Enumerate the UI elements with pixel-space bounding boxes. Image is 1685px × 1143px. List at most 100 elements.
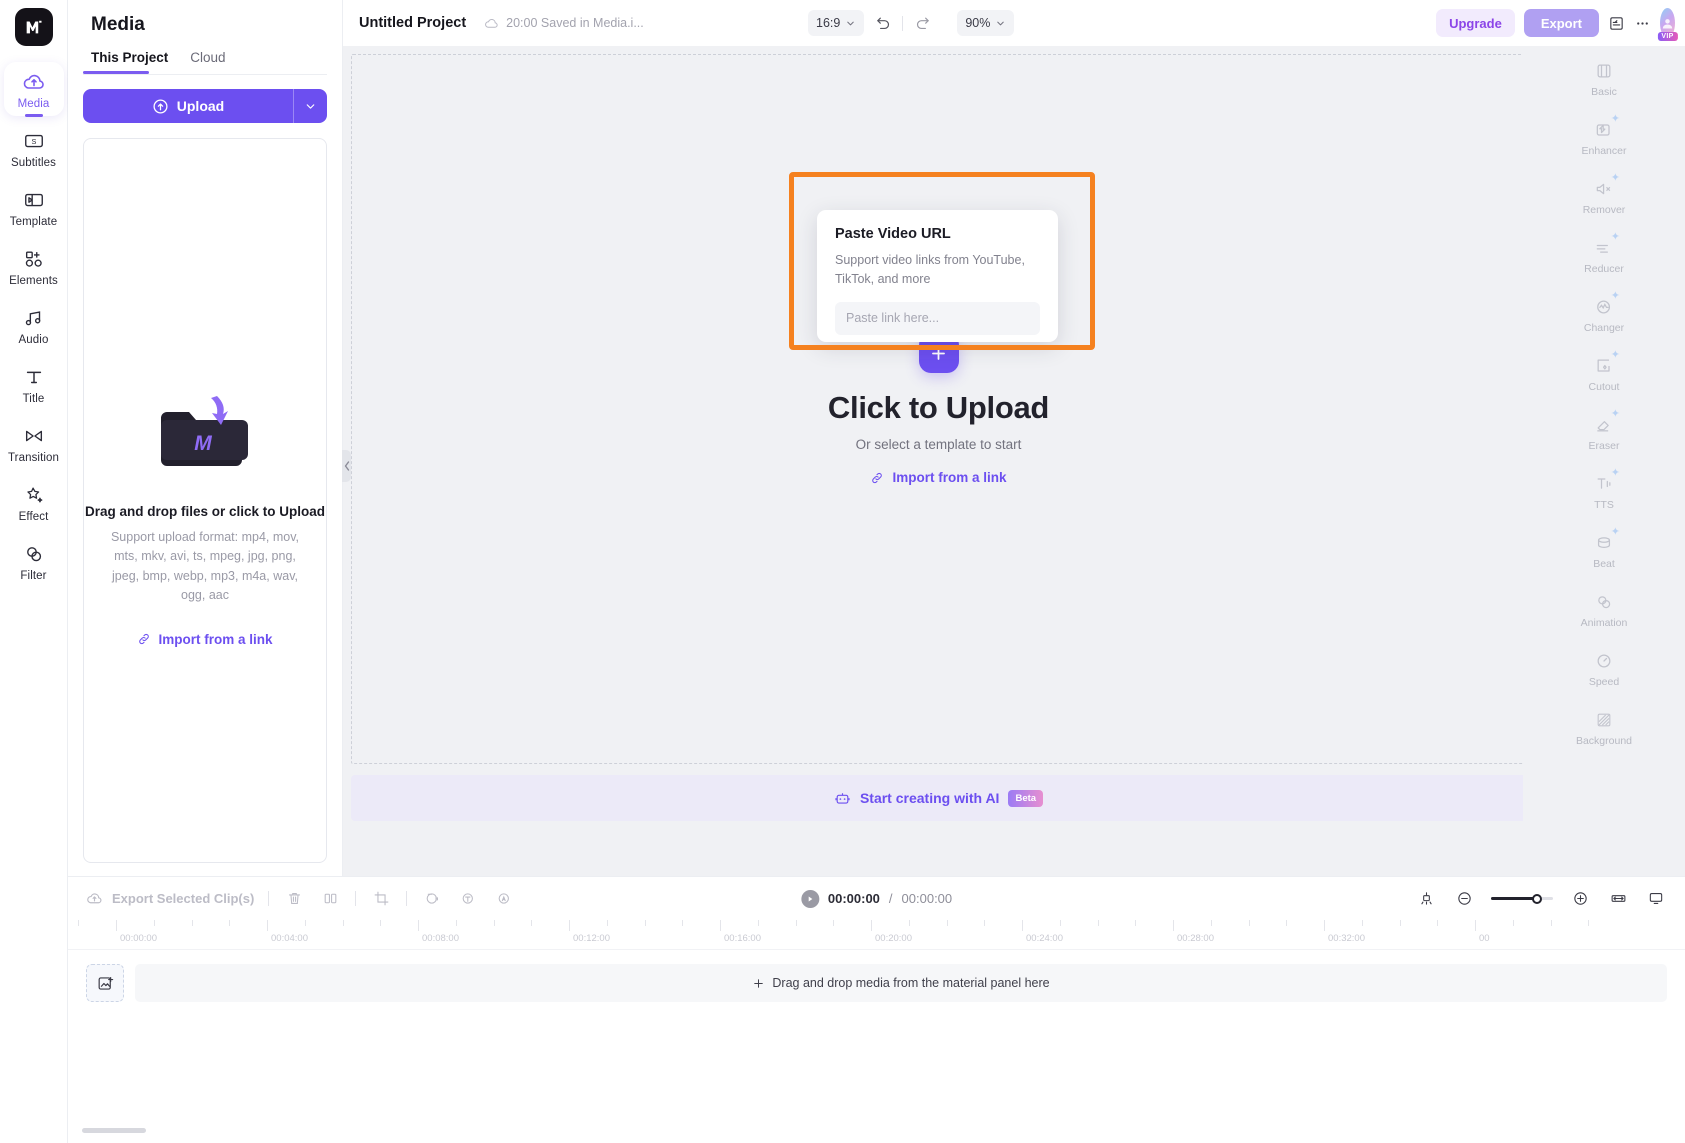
tool-reducer[interactable]: ✦ Reducer — [1574, 229, 1634, 280]
split-button[interactable] — [319, 888, 341, 910]
tool-cutout[interactable]: ✦ Cutout — [1574, 347, 1634, 398]
auto-caption-button[interactable] — [493, 888, 515, 910]
time-separator: / — [889, 891, 893, 906]
ruler-time-label: 00 — [1479, 933, 1490, 944]
playback-controls: 00:00:00 / 00:00:00 — [801, 890, 952, 908]
preview-render-button[interactable] — [1645, 888, 1667, 910]
upload-dropdown-toggle[interactable] — [293, 89, 327, 123]
eraser-icon: ✦ — [1592, 413, 1616, 437]
paste-link-input[interactable]: Paste link here... — [835, 302, 1040, 335]
sidebar-item-media[interactable]: Media — [4, 62, 64, 116]
app-logo[interactable] — [15, 8, 53, 46]
import-from-link-button[interactable]: Import from a link — [137, 632, 272, 647]
fit-to-window-icon — [1609, 890, 1628, 907]
user-icon — [1660, 16, 1675, 31]
auto-reframe-button[interactable] — [421, 888, 443, 910]
zoom-in-button[interactable] — [1569, 888, 1591, 910]
avatar[interactable]: VIP — [1660, 8, 1675, 38]
add-media-track-button[interactable] — [86, 964, 124, 1002]
preview-render-icon — [1647, 890, 1665, 907]
timeline-zoom-slider[interactable] — [1491, 897, 1553, 900]
media-dropzone[interactable]: M Drag and drop files or click to Upload… — [83, 138, 327, 863]
sidebar-item-label: Elements — [9, 275, 58, 287]
sidebar-item-title[interactable]: Title — [4, 357, 64, 411]
tab-this-project[interactable]: This Project — [91, 50, 168, 74]
tool-eraser[interactable]: ✦ Eraser — [1574, 406, 1634, 457]
ai-sparkle-icon: ✦ — [1611, 527, 1620, 538]
subtitles-icon: S — [21, 128, 47, 154]
link-icon — [137, 632, 151, 646]
snap-magnet-button[interactable] — [1415, 888, 1437, 910]
sidebar-item-template[interactable]: Template — [4, 180, 64, 234]
ruler-tick-minor — [1060, 920, 1061, 926]
tool-changer[interactable]: ✦ Changer — [1574, 288, 1634, 339]
tool-beat[interactable]: ✦ Beat — [1574, 524, 1634, 575]
fit-to-window-button[interactable] — [1607, 888, 1629, 910]
sidebar-item-label: Audio — [19, 334, 49, 346]
tool-remover[interactable]: ✦ Remover — [1574, 170, 1634, 221]
zoom-slider-handle[interactable] — [1532, 894, 1542, 904]
ruler-tick-major — [1324, 920, 1325, 931]
tool-animation[interactable]: Animation — [1574, 583, 1634, 634]
sidebar-item-transition[interactable]: Transition — [4, 416, 64, 470]
sidebar-item-effect[interactable]: Effect — [4, 475, 64, 529]
timeline-drop-area[interactable]: Drag and drop media from the material pa… — [135, 964, 1667, 1002]
more-options-button[interactable] — [1634, 10, 1651, 36]
tool-speed[interactable]: Speed — [1574, 642, 1634, 693]
vip-badge: VIP — [1657, 32, 1677, 41]
stage-import-from-link-button[interactable]: Import from a link — [870, 470, 1006, 485]
right-tool-rail: Basic ✦ Enhancer ✦ Remover ✦ Reducer — [1523, 46, 1685, 876]
background-icon — [1592, 708, 1616, 732]
timeline-track-row: Drag and drop media from the material pa… — [68, 950, 1685, 1002]
tool-tts[interactable]: ✦ TTS — [1574, 465, 1634, 516]
text-to-speech-icon: ✦ — [1592, 472, 1616, 496]
ai-sparkle-icon: ✦ — [1611, 114, 1620, 125]
play-button[interactable] — [801, 890, 819, 908]
export-clips-label: Export Selected Clip(s) — [112, 891, 254, 906]
ruler-tick-minor — [1249, 920, 1250, 926]
timeline-horizontal-scrollbar[interactable] — [82, 1128, 146, 1133]
notes-button[interactable] — [1608, 10, 1625, 36]
tool-label: Cutout — [1589, 381, 1620, 393]
play-icon — [806, 895, 814, 903]
export-selected-clips-button[interactable]: Export Selected Clip(s) — [86, 890, 254, 907]
chevron-left-icon — [344, 461, 350, 471]
start-creating-with-ai-bar[interactable]: Start creating with AI Beta — [351, 775, 1526, 821]
upload-button[interactable]: Upload — [83, 89, 327, 123]
timeline-ruler[interactable]: 00:00:0000:04:0000:08:0000:12:0000:16:00… — [68, 920, 1685, 950]
undo-button[interactable] — [870, 10, 896, 36]
zoom-level-selector[interactable]: 90% — [957, 10, 1014, 36]
tool-label: Remover — [1583, 204, 1626, 216]
paste-video-url-popover: Paste Video URL Support video links from… — [817, 210, 1058, 342]
tool-background[interactable]: Background — [1574, 701, 1634, 752]
ruler-time-label: 00:28:00 — [1177, 933, 1214, 944]
popover-title: Paste Video URL — [835, 226, 1040, 242]
tool-basic[interactable]: Basic — [1574, 52, 1634, 103]
upload-button-label: Upload — [177, 98, 224, 114]
sidebar-item-filter[interactable]: Filter — [4, 534, 64, 588]
redo-button[interactable] — [909, 10, 935, 36]
ai-sparkle-icon: ✦ — [1611, 291, 1620, 302]
cutout-icon: ✦ — [1592, 354, 1616, 378]
tool-enhancer[interactable]: ✦ Enhancer — [1574, 111, 1634, 162]
ruler-tick-minor — [78, 920, 79, 926]
tab-cloud[interactable]: Cloud — [190, 50, 225, 74]
crop-button[interactable] — [370, 888, 392, 910]
sidebar-item-elements[interactable]: Elements — [4, 239, 64, 293]
upgrade-button[interactable]: Upgrade — [1436, 9, 1515, 37]
panel-collapse-handle[interactable] — [342, 450, 351, 482]
export-button[interactable]: Export — [1524, 9, 1599, 37]
elements-icon — [21, 246, 47, 272]
reducer-icon: ✦ — [1592, 236, 1616, 260]
sidebar-item-audio[interactable]: Audio — [4, 298, 64, 352]
delete-button[interactable] — [283, 888, 305, 910]
tool-label: Enhancer — [1582, 145, 1627, 157]
speech-to-text-button[interactable] — [457, 888, 479, 910]
sidebar-item-subtitles[interactable]: S Subtitles — [4, 121, 64, 175]
ai-sparkle-icon: ✦ — [1611, 232, 1620, 243]
aspect-ratio-selector[interactable]: 16:9 — [808, 10, 864, 36]
upload-button-main[interactable]: Upload — [83, 89, 293, 123]
project-title[interactable]: Untitled Project — [359, 15, 466, 31]
upload-canvas[interactable]: Click to Upload Or select a template to … — [351, 54, 1526, 764]
zoom-out-button[interactable] — [1453, 888, 1475, 910]
